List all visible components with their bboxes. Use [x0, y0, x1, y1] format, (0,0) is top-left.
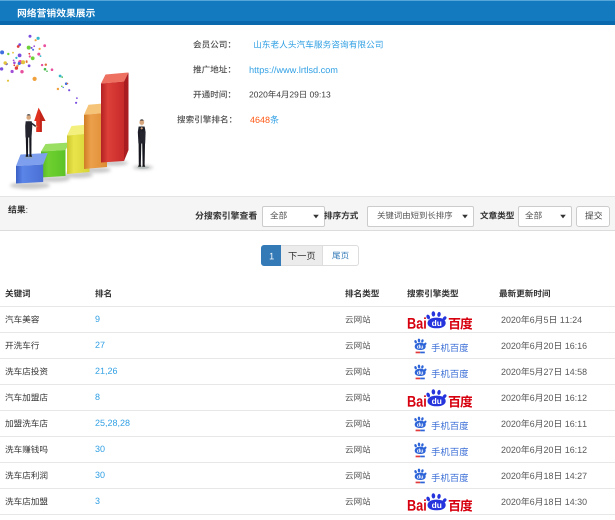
svg-text:du: du	[432, 397, 442, 407]
svg-text:du: du	[417, 423, 424, 429]
svg-text:du: du	[432, 501, 442, 511]
svg-text:du: du	[417, 475, 424, 481]
svg-text:du: du	[417, 371, 424, 377]
svg-text:du: du	[432, 319, 442, 329]
svg-text:du: du	[417, 449, 424, 455]
svg-text:du: du	[417, 345, 424, 351]
